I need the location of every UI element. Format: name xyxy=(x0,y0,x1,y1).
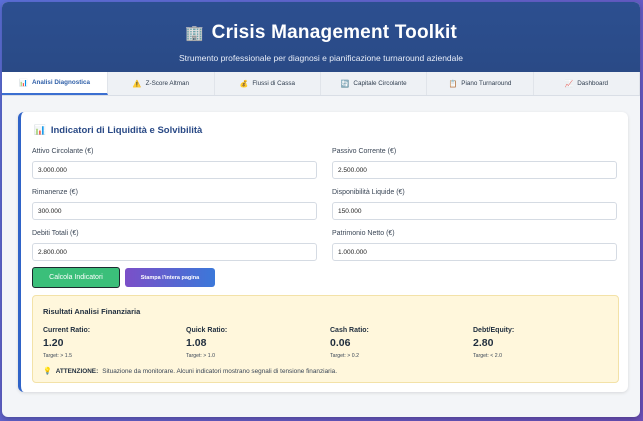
metric-target: Target: > 1.5 xyxy=(43,353,72,359)
metric-value: 2.80 xyxy=(473,337,494,349)
tab-piano-turnaround[interactable]: 📋 Piano Turnaround xyxy=(427,72,534,95)
metric-value: 1.08 xyxy=(186,337,207,349)
field-attivo-circolante: Attivo Circolante (€) 3.000.000 xyxy=(32,148,317,179)
field-disponibilita-liquide: Disponibilità Liquide (€) 150.000 xyxy=(332,189,617,220)
field-label: Patrimonio Netto (€) xyxy=(332,230,395,237)
tab-label: Piano Turnaround xyxy=(461,80,512,87)
field-debiti-totali: Debiti Totali (€) 2.800.000 xyxy=(32,230,317,261)
field-label: Disponibilità Liquide (€) xyxy=(332,189,405,196)
indicators-card: 📊 Indicatori di Liquidità e Solvibilità … xyxy=(18,112,628,392)
passivo-corrente-input[interactable]: 2.500.000 xyxy=(332,161,617,179)
calcola-indicatori-button[interactable]: Calcola Indicatori xyxy=(32,267,120,288)
tab-label: Flussi di Cassa xyxy=(252,80,296,87)
money-icon: 💰 xyxy=(239,80,249,88)
clipboard-icon: 📋 xyxy=(448,80,458,88)
metric-target: Target: < 2.0 xyxy=(473,353,502,359)
tab-label: Capitale Circolante xyxy=(353,80,407,87)
section-title: 📊 Indicatori di Liquidità e Solvibilità xyxy=(34,125,202,136)
app-header: 🏢 Crisis Management Toolkit Strumento pr… xyxy=(2,2,640,72)
metric-label: Debt/Equity: xyxy=(473,327,515,334)
metric-target: Target: > 1.0 xyxy=(186,353,215,359)
app-window: 🏢 Crisis Management Toolkit Strumento pr… xyxy=(2,2,640,417)
section-title-text: Indicatori di Liquidità e Solvibilità xyxy=(50,125,203,136)
field-label: Attivo Circolante (€) xyxy=(32,148,94,155)
metric-value: 1.20 xyxy=(43,337,64,349)
metric-label: Quick Ratio: xyxy=(186,327,228,334)
results-panel: Risultati Analisi Finanziaria Current Ra… xyxy=(32,295,619,383)
disponibilita-liquide-input[interactable]: 150.000 xyxy=(332,202,617,220)
metric-debt-equity: Debt/Equity: 2.80 Target: < 2.0 xyxy=(473,327,613,359)
tab-flussi-di-cassa[interactable]: 💰 Flussi di Cassa xyxy=(215,72,321,95)
alert-message: 💡 ATTENZIONE: Situazione da monitorare. … xyxy=(43,367,338,376)
tab-analisi-diagnostica[interactable]: 📊 Analisi Diagnostica xyxy=(2,72,109,95)
field-passivo-corrente: Passivo Corrente (€) 2.500.000 xyxy=(332,148,617,179)
metric-current-ratio: Current Ratio: 1.20 Target: > 1.5 xyxy=(43,327,183,359)
attivo-circolante-input[interactable]: 3.000.000 xyxy=(32,161,317,179)
field-patrimonio-netto: Patrimonio Netto (€) 1.000.000 xyxy=(332,230,617,261)
dashboard-icon: 📈 xyxy=(564,80,574,88)
title-row: 🏢 Crisis Management Toolkit xyxy=(2,2,640,44)
chart-icon: 📊 xyxy=(34,125,46,136)
metric-label: Current Ratio: xyxy=(43,327,91,334)
field-label: Debiti Totali (€) xyxy=(32,230,79,237)
tab-dashboard[interactable]: 📈 Dashboard xyxy=(534,72,640,95)
debiti-totali-input[interactable]: 2.800.000 xyxy=(32,243,317,261)
stampa-pagina-button[interactable]: Stampa l'intera pagina xyxy=(125,268,215,287)
card-icon: 🔄 xyxy=(340,80,350,88)
chart-icon: 📊 xyxy=(19,79,28,87)
metric-cash-ratio: Cash Ratio: 0.06 Target: > 0.2 xyxy=(330,327,470,359)
tab-capitale-circolante[interactable]: 🔄 Capitale Circolante xyxy=(321,72,428,95)
metric-quick-ratio: Quick Ratio: 1.08 Target: > 1.0 xyxy=(186,327,326,359)
tab-label: Analisi Diagnostica xyxy=(31,79,91,86)
alert-label: ATTENZIONE: xyxy=(55,367,99,375)
warning-icon: ⚠️ xyxy=(132,80,142,88)
tab-label: Dashboard xyxy=(577,80,609,87)
field-label: Passivo Corrente (€) xyxy=(332,148,397,155)
metric-label: Cash Ratio: xyxy=(330,327,369,334)
field-label: Rimanenze (€) xyxy=(32,189,78,196)
results-title: Risultati Analisi Finanziaria xyxy=(43,307,141,316)
lightbulb-icon: 💡 xyxy=(43,368,52,375)
building-icon: 🏢 xyxy=(184,25,204,42)
app-subtitle: Strumento professionale per diagnosi e p… xyxy=(179,53,463,63)
field-rimanenze: Rimanenze (€) 300.000 xyxy=(32,189,317,220)
patrimonio-netto-input[interactable]: 1.000.000 xyxy=(332,243,617,261)
rimanenze-input[interactable]: 300.000 xyxy=(32,202,317,220)
metric-target: Target: > 0.2 xyxy=(330,353,359,359)
alert-text: Situazione da monitorare. Alcuni indicat… xyxy=(102,367,338,375)
tab-z-score-altman[interactable]: ⚠️ Z-Score Altman xyxy=(108,72,215,95)
tab-bar: 📊 Analisi Diagnostica ⚠️ Z-Score Altman … xyxy=(2,72,640,96)
tab-label: Z-Score Altman xyxy=(145,80,190,87)
metric-value: 0.06 xyxy=(330,337,351,349)
app-title: Crisis Management Toolkit xyxy=(211,22,458,43)
